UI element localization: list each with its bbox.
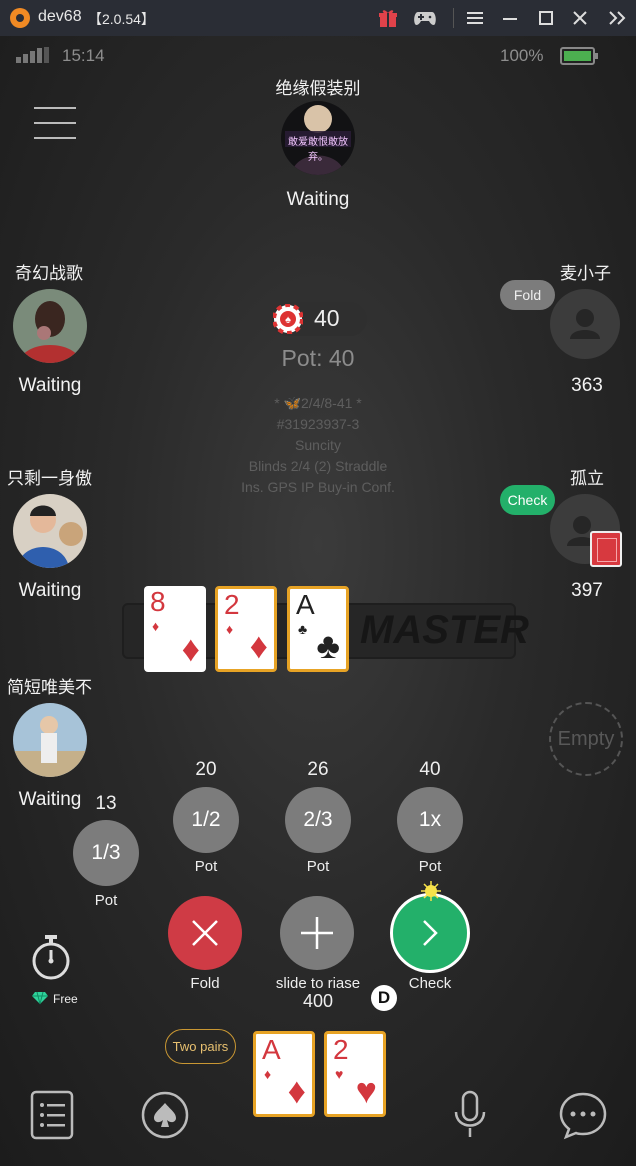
right1-player-name: 麦小子 bbox=[560, 264, 611, 283]
bet-option-1-sub: Pot bbox=[94, 892, 118, 909]
battery-icon bbox=[560, 46, 600, 71]
close-icon bbox=[192, 920, 218, 946]
right1-action-badge: Fold bbox=[500, 280, 555, 310]
top-player-name: 绝缘假装别 bbox=[275, 79, 361, 98]
clock: 15:14 bbox=[62, 46, 105, 65]
community-card-3: A ♣ ♣ bbox=[287, 586, 349, 672]
close-icon[interactable] bbox=[568, 6, 592, 30]
chat-icon[interactable] bbox=[558, 1090, 608, 1140]
bet-option-4-amount: 40 bbox=[419, 759, 441, 780]
minimize-icon[interactable] bbox=[498, 6, 522, 30]
hole-card-2: 2 ♥ ♥ bbox=[324, 1031, 386, 1117]
left2-player-status: Waiting bbox=[18, 580, 82, 601]
expand-icon[interactable] bbox=[606, 6, 630, 30]
bet-option-2-sub: Pot bbox=[194, 858, 218, 875]
gamepad-icon[interactable] bbox=[413, 6, 437, 30]
table-id: #31923937-3 bbox=[276, 416, 360, 432]
pot-total: Pot: 40 bbox=[281, 345, 355, 371]
table-stakes: * 🦋2/4/8-41 * bbox=[274, 395, 362, 411]
signal-icon bbox=[16, 47, 50, 68]
raise-amount: 400 bbox=[302, 991, 334, 1011]
maximize-icon[interactable] bbox=[534, 6, 558, 30]
chevron-right-icon bbox=[423, 920, 438, 946]
emulator-app-name: dev68 bbox=[38, 8, 82, 25]
emulator-logo-icon bbox=[10, 8, 30, 28]
pot-chip-amount: 40 bbox=[314, 305, 340, 331]
community-card-1: 8 ♦ ♦ bbox=[144, 586, 206, 672]
svg-text:♠: ♠ bbox=[285, 314, 291, 326]
emulator-version: 【2.0.54】 bbox=[88, 11, 155, 27]
divider bbox=[453, 8, 454, 28]
poker-chip-icon: ♠ bbox=[272, 303, 304, 339]
diamond-icon bbox=[31, 991, 49, 1010]
bet-option-4-button[interactable]: 1x bbox=[397, 787, 463, 853]
top-player-avatar-text: 敢爱敢恨敢放弃。 bbox=[288, 137, 348, 163]
bet-option-2-amount: 20 bbox=[195, 759, 217, 780]
plus-icon bbox=[301, 917, 333, 949]
bet-option-3-amount: 26 bbox=[307, 759, 329, 780]
bet-option-3-button[interactable]: 2/3 bbox=[285, 787, 351, 853]
sparkle-icon bbox=[421, 881, 441, 906]
bet-option-3-sub: Pot bbox=[306, 858, 330, 875]
fold-button[interactable] bbox=[168, 896, 242, 970]
top-player-status: Waiting bbox=[286, 189, 350, 210]
right1-player-avatar[interactable] bbox=[550, 289, 620, 359]
fold-label: Fold bbox=[190, 975, 220, 992]
empty-seat[interactable]: Empty bbox=[549, 702, 623, 776]
left3-player-name: 简短唯美不 bbox=[7, 678, 92, 697]
bet-option-4-sub: Pot bbox=[418, 858, 442, 875]
timer-label: Free bbox=[53, 992, 78, 1006]
left2-player-name: 只剩一身傲 bbox=[7, 469, 92, 488]
raise-button[interactable] bbox=[280, 896, 354, 970]
menu-icon[interactable] bbox=[463, 6, 487, 30]
microphone-icon[interactable] bbox=[445, 1090, 495, 1140]
bet-option-1-amount: 13 bbox=[95, 793, 117, 814]
gift-icon[interactable] bbox=[376, 6, 400, 30]
left1-player-avatar[interactable] bbox=[13, 289, 87, 363]
right2-chip-count: 397 bbox=[571, 580, 603, 601]
bet-option-1-button[interactable]: 1/3 bbox=[73, 820, 139, 886]
blinds-info: Blinds 2/4 (2) Straddle bbox=[248, 458, 388, 474]
card-back-icon bbox=[590, 531, 622, 567]
table-menu-button[interactable] bbox=[34, 106, 76, 145]
right2-player-name: 孤立 bbox=[570, 469, 604, 488]
community-card-2: 2 ♦ ♦ bbox=[215, 586, 277, 672]
hand-history-icon[interactable] bbox=[27, 1090, 77, 1140]
left3-player-avatar[interactable] bbox=[13, 703, 87, 777]
spade-menu-icon[interactable] bbox=[140, 1090, 190, 1140]
left2-player-avatar[interactable] bbox=[13, 494, 87, 568]
club-name: Suncity bbox=[295, 437, 341, 453]
bet-option-2-button[interactable]: 1/2 bbox=[173, 787, 239, 853]
right2-action-badge: Check bbox=[500, 485, 555, 515]
check-label: Check bbox=[408, 975, 452, 992]
left1-player-status: Waiting bbox=[18, 375, 82, 396]
hole-card-1: A ♦ ♦ bbox=[253, 1031, 315, 1117]
hand-rank-badge: Two pairs bbox=[165, 1029, 236, 1064]
dealer-button: D bbox=[371, 985, 397, 1011]
right1-chip-count: 363 bbox=[571, 375, 603, 396]
stopwatch-icon[interactable] bbox=[30, 934, 72, 985]
watermark-text: MASTER bbox=[360, 608, 529, 652]
left1-player-name: 奇幻战歌 bbox=[15, 264, 83, 283]
table-rules: Ins. GPS IP Buy-in Conf. bbox=[241, 479, 395, 495]
battery-percent: 100% bbox=[500, 46, 544, 65]
raise-label: slide to riase bbox=[275, 975, 361, 992]
